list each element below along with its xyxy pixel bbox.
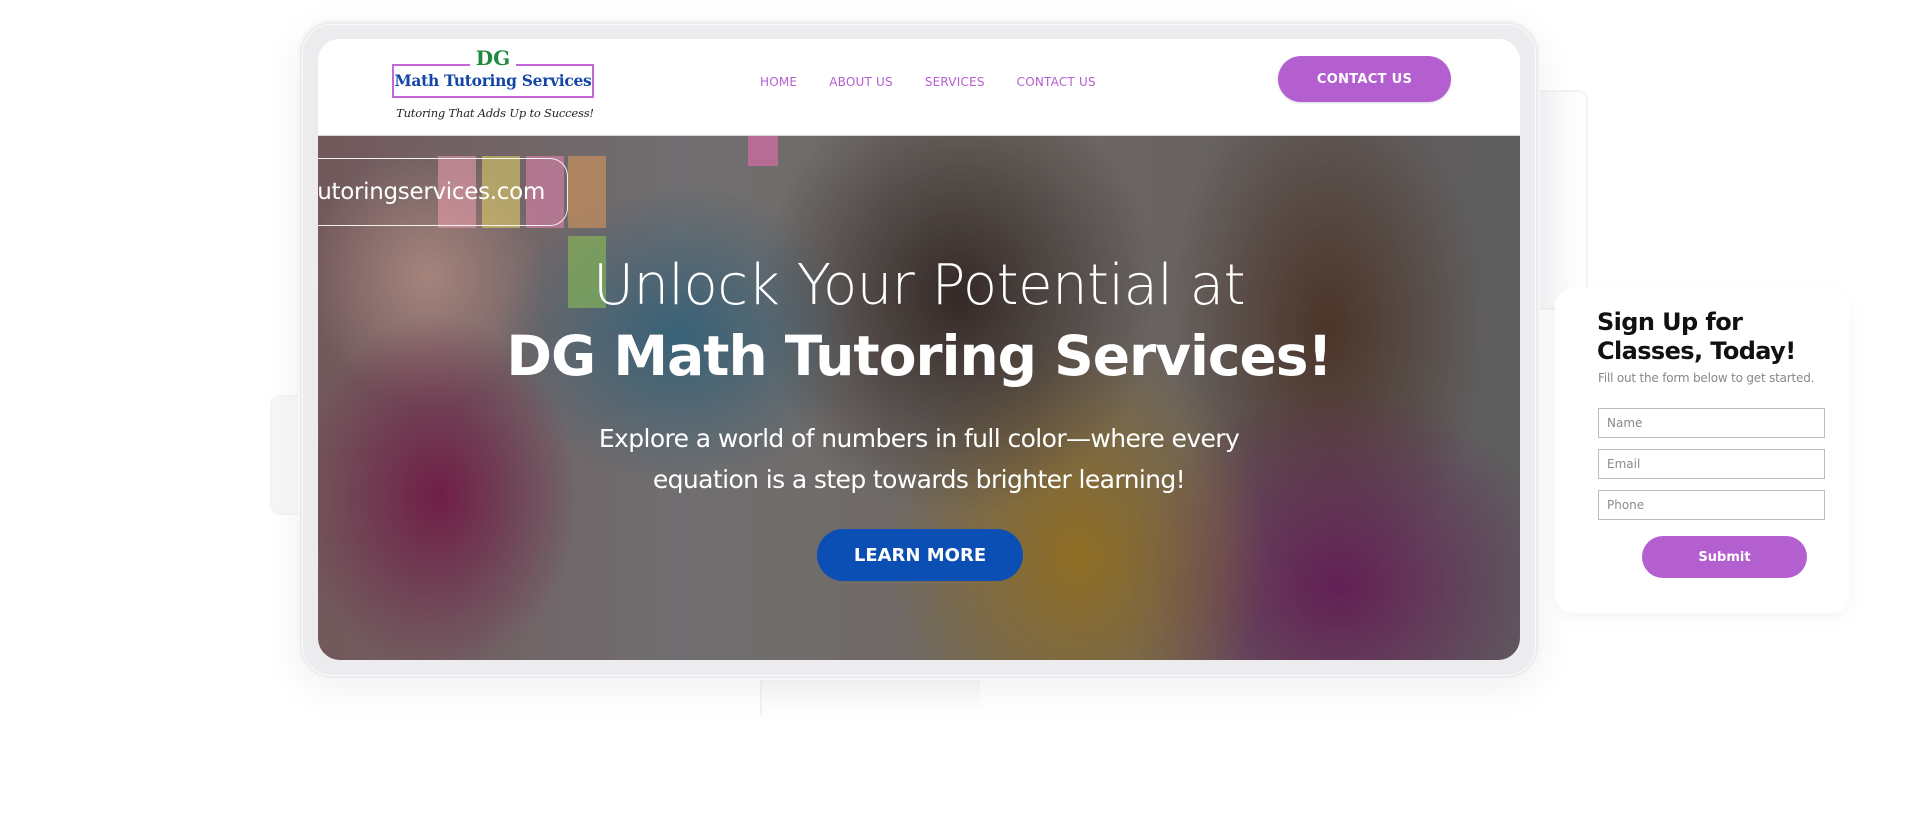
logo-tagline: Tutoring That Adds Up to Success! xyxy=(396,106,594,120)
signup-subtitle: Fill out the form below to get started. xyxy=(1598,371,1815,385)
email-field[interactable] xyxy=(1598,449,1825,479)
device-frame: DG Math Tutoring Services Tutoring That … xyxy=(298,20,1540,680)
contact-us-button[interactable]: CONTACT US xyxy=(1278,56,1451,102)
nav-item-home[interactable]: HOME xyxy=(760,75,797,89)
site-logo[interactable]: DG Math Tutoring Services Tutoring That … xyxy=(392,47,598,123)
nav-item-contact-us[interactable]: CONTACT US xyxy=(1017,75,1096,89)
signup-card: Sign Up for Classes, Today! Fill out the… xyxy=(1555,288,1850,613)
background-ghost-panel xyxy=(760,676,980,716)
learn-more-button[interactable]: LEARN MORE xyxy=(817,529,1023,581)
hero-headline-line1: Unlock Your Potential at xyxy=(592,253,1246,318)
name-field[interactable] xyxy=(1598,408,1825,438)
phone-field[interactable] xyxy=(1598,490,1825,520)
signup-title: Sign Up for Classes, Today! xyxy=(1597,308,1796,365)
submit-button[interactable]: Submit xyxy=(1642,536,1807,578)
hero-section: mathtutoringservices.com Unlock Your Pot… xyxy=(318,136,1520,660)
logo-initials: DG xyxy=(470,47,516,69)
main-nav: HOME ABOUT US SERVICES CONTACT US xyxy=(760,75,1128,89)
hero-content: Unlock Your Potential at DG Math Tutorin… xyxy=(318,136,1520,660)
website-screen: DG Math Tutoring Services Tutoring That … xyxy=(318,39,1520,660)
hero-headline-line2: DG Math Tutoring Services! xyxy=(506,324,1332,388)
nav-item-services[interactable]: SERVICES xyxy=(925,75,985,89)
nav-item-about-us[interactable]: ABOUT US xyxy=(829,75,893,89)
site-header: DG Math Tutoring Services Tutoring That … xyxy=(318,39,1520,136)
hero-subheadline: Explore a world of numbers in full color… xyxy=(598,424,1240,494)
logo-name: Math Tutoring Services xyxy=(394,71,592,90)
